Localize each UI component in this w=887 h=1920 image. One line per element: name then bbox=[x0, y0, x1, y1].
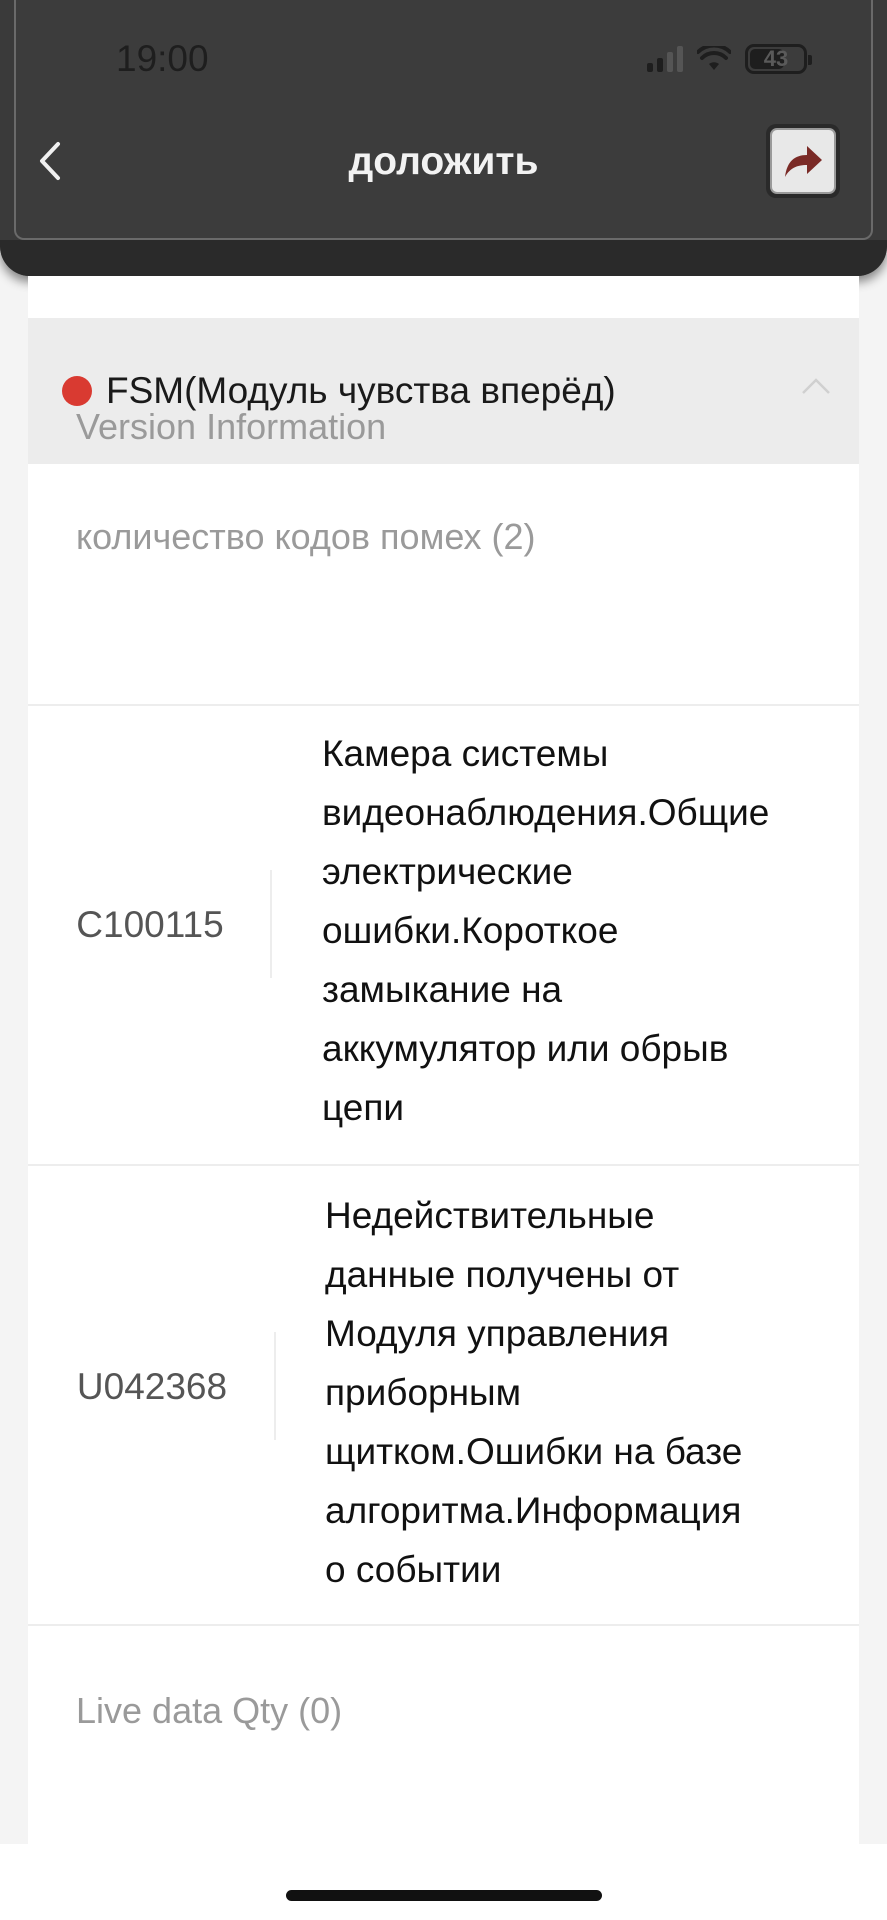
header-shadow-strip bbox=[0, 240, 887, 276]
live-data-count-label: Live data Qty (0) bbox=[76, 1690, 343, 1731]
cellular-signal-icon bbox=[647, 46, 683, 72]
share-arrow-icon bbox=[785, 146, 822, 177]
fault-code-row: C100115 Камера системы видеонаблюдения.О… bbox=[28, 706, 859, 1142]
fault-description: Камера системы видеонаблюдения.Общие эле… bbox=[322, 733, 770, 1128]
fault-code: C100115 bbox=[76, 904, 224, 945]
fault-codes-count-label: количество кодов помех (2) bbox=[76, 516, 536, 557]
fault-code: U042368 bbox=[76, 1366, 228, 1407]
status-icons: 43 bbox=[647, 44, 812, 74]
battery-icon: 43 bbox=[745, 44, 812, 74]
battery-level: 43 bbox=[763, 46, 789, 71]
column-divider bbox=[274, 1332, 276, 1440]
top-app-bar: 19:00 43 доложить bbox=[0, 0, 887, 276]
share-button[interactable] bbox=[766, 124, 840, 198]
fault-status-dot bbox=[62, 376, 92, 406]
divider bbox=[28, 1624, 859, 1626]
wifi-icon bbox=[697, 46, 731, 70]
bottom-safe-area bbox=[0, 1844, 887, 1920]
column-divider bbox=[270, 870, 272, 978]
page-title: доложить bbox=[348, 140, 539, 183]
status-time: 19:00 bbox=[116, 38, 209, 79]
report-card: FSM(Модуль чувства вперёд) Version Infor… bbox=[28, 276, 859, 1844]
chevron-up-icon[interactable] bbox=[801, 376, 831, 396]
version-info-label: Version Information bbox=[76, 406, 387, 447]
home-indicator[interactable] bbox=[286, 1890, 602, 1901]
fault-description: Недействительные данные получены от Моду… bbox=[325, 1195, 743, 1590]
header-panel bbox=[14, 0, 873, 240]
fault-code-row: U042368 Недействительные данные получены… bbox=[28, 1166, 859, 1602]
